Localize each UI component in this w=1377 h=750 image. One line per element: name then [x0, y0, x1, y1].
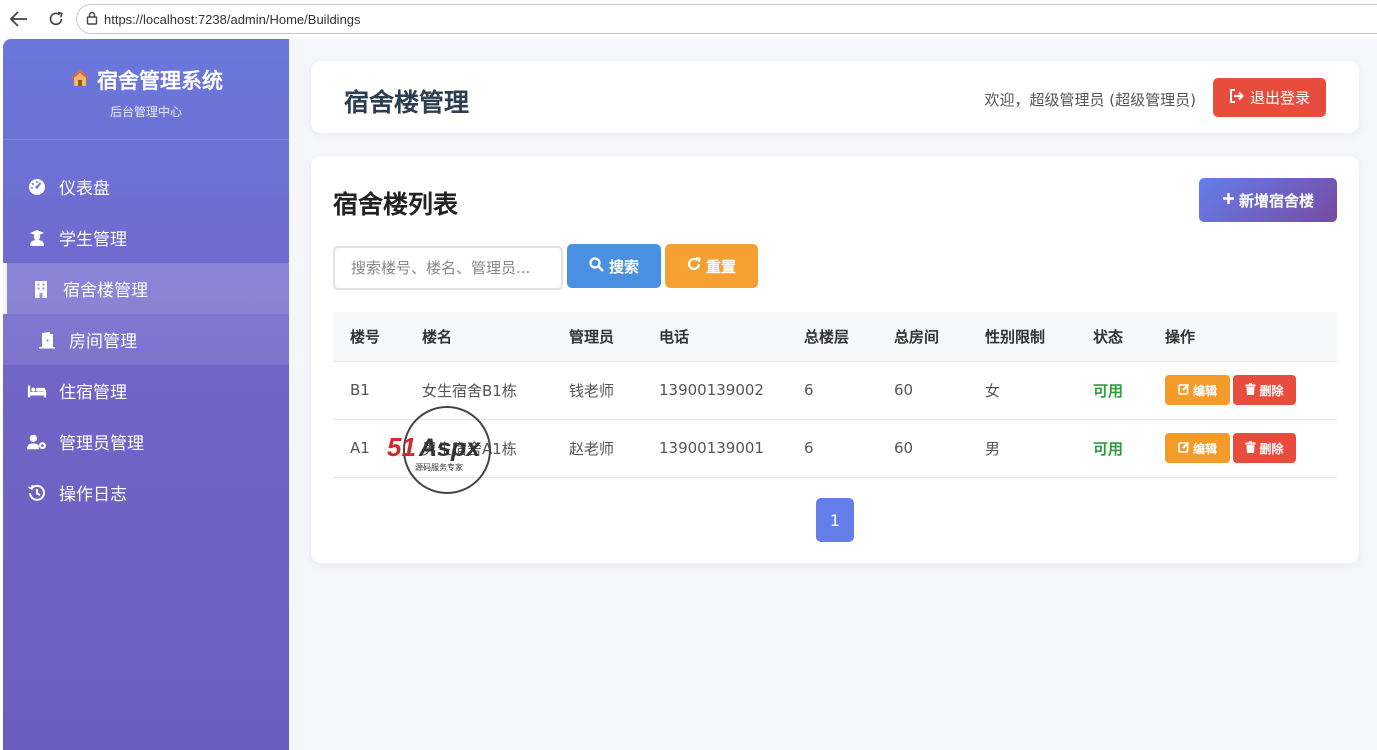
edit-label: 编辑	[1192, 383, 1217, 398]
delete-label: 删除	[1259, 441, 1284, 456]
building-icon	[31, 279, 51, 299]
edit-label: 编辑	[1192, 441, 1217, 456]
table-row: B1 女生宿舍B1栋 钱老师 13900139002 6 60 女 可用 编辑	[333, 361, 1337, 419]
delete-button[interactable]: 删除	[1233, 433, 1296, 463]
trash-icon	[1245, 382, 1256, 398]
search-input[interactable]	[333, 246, 563, 290]
table-header-row: 楼号 楼名 管理员 电话 总楼层 总房间 性别限制 状态 操作	[333, 312, 1337, 362]
buildings-card: 宿舍楼列表 新增宿舍楼 搜索 重置	[311, 156, 1359, 563]
building-gender: 女	[985, 381, 1001, 400]
student-icon	[27, 228, 47, 248]
address-bar[interactable]: https://localhost:7238/admin/Home/Buildi…	[76, 4, 1377, 34]
sidebar-item-label: 操作日志	[59, 485, 127, 505]
reload-icon[interactable]	[46, 9, 66, 29]
building-floors: 6	[804, 381, 814, 399]
sidebar-item-rooms[interactable]: 房间管理	[3, 314, 289, 365]
search-label: 搜索	[608, 257, 639, 276]
column-header: 状态	[1076, 312, 1148, 362]
sidebar-item-label: 宿舍楼管理	[63, 281, 148, 301]
list-title: 宿舍楼列表	[333, 190, 459, 219]
history-icon	[27, 483, 47, 503]
building-rooms: 60	[894, 381, 914, 399]
search-button[interactable]: 搜索	[567, 244, 661, 288]
sidebar-item-label: 管理员管理	[59, 434, 144, 454]
sidebar-item-logs[interactable]: 操作日志	[3, 467, 289, 518]
column-header: 性别限制	[968, 312, 1076, 362]
page-title: 宿舍楼管理	[344, 88, 470, 117]
building-name: 女生宿舍B1栋	[422, 381, 517, 400]
column-header: 总房间	[877, 312, 968, 362]
building-manager: 赵老师	[569, 439, 615, 458]
building-code: A1	[350, 439, 370, 457]
page-header: 宿舍楼管理 欢迎，超级管理员 (超级管理员) 退出登录	[311, 61, 1359, 133]
back-arrow-icon[interactable]	[9, 9, 29, 29]
building-phone: 13900139001	[659, 439, 764, 457]
logout-label: 退出登录	[1249, 89, 1310, 107]
sidebar-brand: 宿舍管理系统 后台管理中心	[3, 39, 289, 140]
status-badge: 可用	[1093, 439, 1124, 458]
column-header: 操作	[1148, 312, 1337, 362]
sign-out-icon	[1229, 88, 1245, 107]
url-text: https://localhost:7238/admin/Home/Buildi…	[104, 11, 361, 27]
column-header: 楼名	[405, 312, 552, 362]
sidebar: 宿舍管理系统 后台管理中心 仪表盘 学生管理 宿舍楼管理 房间管理 住宿管理 管…	[3, 39, 289, 750]
column-header: 管理员	[552, 312, 642, 362]
edit-icon	[1178, 383, 1190, 398]
sidebar-item-label: 学生管理	[59, 230, 127, 250]
sidebar-item-accommodation[interactable]: 住宿管理	[3, 365, 289, 416]
sidebar-item-buildings[interactable]: 宿舍楼管理	[3, 263, 289, 314]
add-building-button[interactable]: 新增宿舍楼	[1199, 178, 1337, 222]
sidebar-item-label: 仪表盘	[59, 179, 110, 199]
delete-button[interactable]: 删除	[1233, 375, 1296, 405]
building-name: 男生宿舍A1栋	[422, 439, 517, 458]
door-icon	[37, 330, 57, 350]
edit-button[interactable]: 编辑	[1165, 375, 1230, 405]
table-row: A1 男生宿舍A1栋 赵老师 13900139001 6 60 男 可用 编辑	[333, 419, 1337, 477]
building-code: B1	[350, 381, 370, 399]
sidebar-item-students[interactable]: 学生管理	[3, 212, 289, 263]
sidebar-item-dashboard[interactable]: 仪表盘	[3, 161, 289, 212]
app-subtitle: 后台管理中心	[109, 105, 182, 119]
column-header: 楼号	[333, 312, 405, 362]
status-badge: 可用	[1093, 381, 1124, 400]
house-icon	[69, 68, 91, 93]
user-gear-icon	[27, 432, 47, 452]
building-floors: 6	[804, 439, 814, 457]
browser-toolbar: https://localhost:7238/admin/Home/Buildi…	[0, 0, 1377, 38]
sidebar-item-admins[interactable]: 管理员管理	[3, 416, 289, 467]
building-rooms: 60	[894, 439, 914, 457]
search-icon	[589, 256, 604, 276]
reset-label: 重置	[705, 257, 736, 276]
admin-app: 宿舍管理系统 后台管理中心 仪表盘 学生管理 宿舍楼管理 房间管理 住宿管理 管…	[3, 39, 1377, 750]
edit-button[interactable]: 编辑	[1165, 433, 1230, 463]
add-building-label: 新增宿舍楼	[1238, 191, 1314, 210]
building-phone: 13900139002	[659, 381, 764, 399]
reset-button[interactable]: 重置	[665, 244, 758, 288]
building-gender: 男	[985, 439, 1001, 458]
building-manager: 钱老师	[569, 381, 615, 400]
plus-icon	[1222, 191, 1235, 209]
trash-icon	[1245, 440, 1256, 456]
sidebar-item-label: 住宿管理	[59, 383, 127, 403]
sidebar-item-label: 房间管理	[69, 332, 137, 352]
logout-button[interactable]: 退出登录	[1213, 78, 1326, 117]
sidebar-menu: 仪表盘 学生管理 宿舍楼管理 房间管理 住宿管理 管理员管理 操作日志	[3, 161, 289, 518]
column-header: 总楼层	[787, 312, 877, 362]
column-header: 电话	[642, 312, 787, 362]
refresh-icon	[687, 256, 701, 275]
dashboard-icon	[27, 177, 47, 197]
buildings-table: 楼号 楼名 管理员 电话 总楼层 总房间 性别限制 状态 操作 B1 女生宿舍B…	[333, 312, 1337, 478]
bed-icon	[27, 381, 47, 401]
edit-icon	[1178, 441, 1190, 456]
lock-icon	[86, 10, 98, 29]
app-title: 宿舍管理系统	[97, 69, 223, 93]
delete-label: 删除	[1259, 383, 1284, 398]
welcome-text: 欢迎，超级管理员 (超级管理员)	[984, 91, 1196, 109]
page-1-button[interactable]: 1	[816, 498, 854, 542]
